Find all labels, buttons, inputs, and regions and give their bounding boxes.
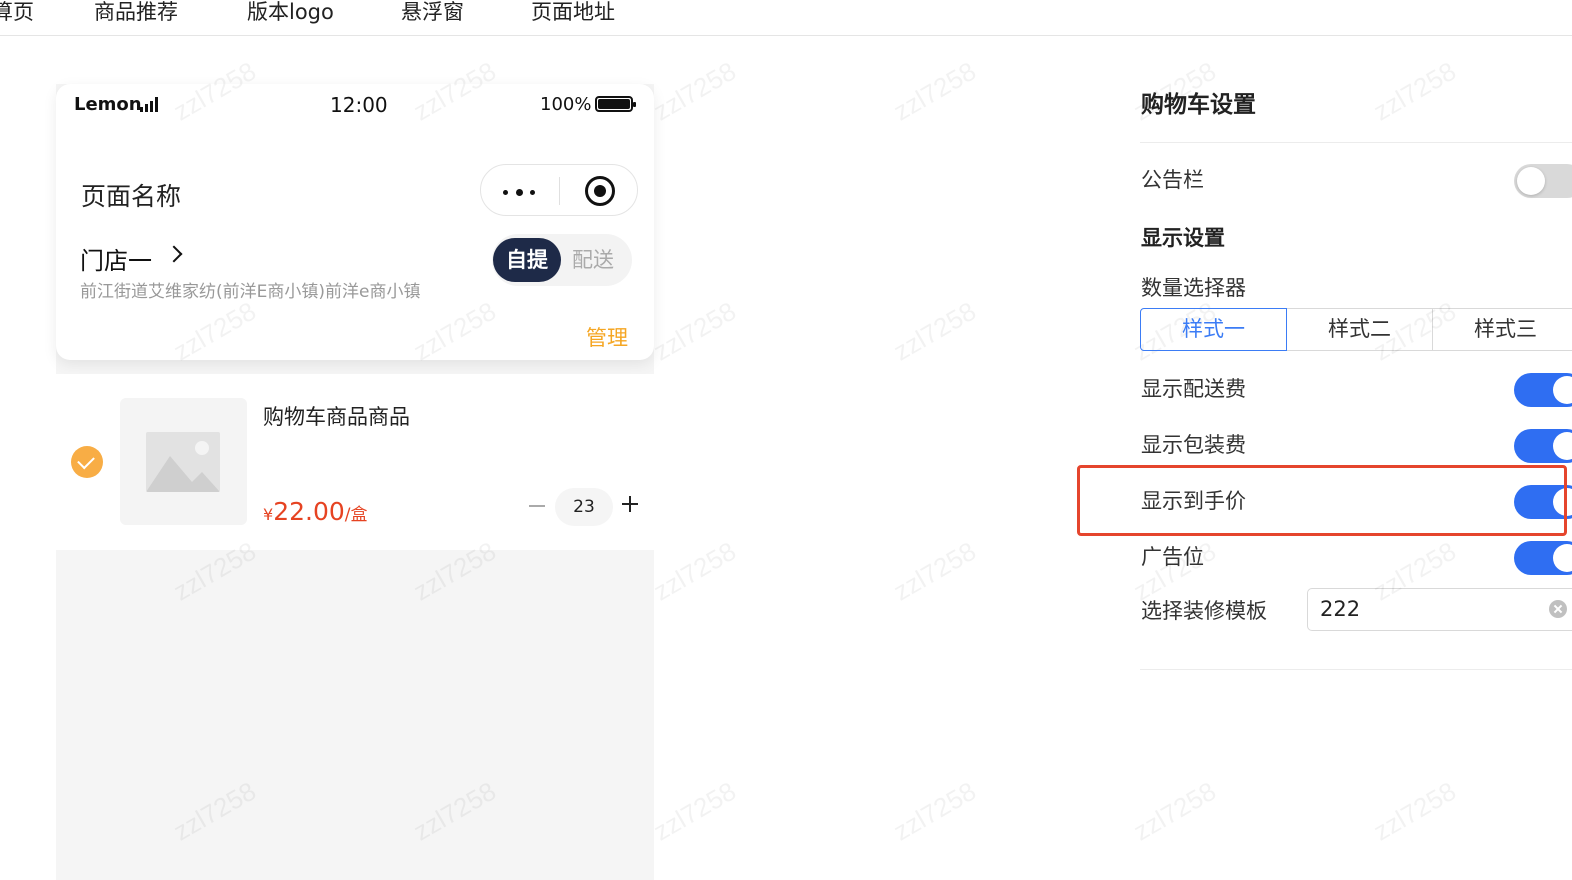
ad-slot-label: 广告位 [1141,545,1204,569]
price-value: 22.00 [273,497,345,526]
show-packaging-fee-switch[interactable] [1514,429,1572,463]
status-time: 12:00 [330,93,388,117]
product-price: ¥22.00/盒 [263,497,368,526]
image-placeholder-icon [146,432,220,492]
watermark-text: zzl7258 [1128,775,1221,847]
tab-version-logo[interactable]: 版本logo [247,0,334,26]
delivery-mode-toggle: 自提 配送 [492,234,632,286]
watermark-text: zzl7258 [888,295,981,367]
tab-page-address[interactable]: 页面地址 [531,0,615,26]
check-circle-icon[interactable] [71,446,103,478]
watermark-text: zzl7258 [888,55,981,127]
qty-style-1-option[interactable]: 样式一 [1140,308,1287,351]
phone-header-card: Lemon 12:00 100% 页面名称 门店一 前江街道艾维家纺(前洋E商小… [56,84,654,360]
quantity-value[interactable]: 23 [555,488,613,526]
template-label: 选择装修模板 [1141,599,1267,623]
watermark-text: zzl7258 [648,535,741,607]
chevron-right-icon[interactable] [165,245,183,263]
bottom-divider [1140,669,1572,670]
plus-icon[interactable] [622,496,638,512]
cart-settings-panel: 购物车设置 公告栏 显示设置 数量选择器 样式一 样式二 样式三 显示配送费 显… [1140,84,1572,684]
display-settings-heading: 显示设置 [1141,226,1225,250]
tab-page[interactable]: 算页 [0,0,34,26]
watermark-text: zzl7258 [648,295,741,367]
watermark-text: zzl7258 [1368,775,1461,847]
show-final-price-switch[interactable] [1514,485,1572,519]
show-delivery-fee-switch[interactable] [1514,373,1572,407]
qty-selector-segmented: 样式一 样式二 样式三 [1140,308,1572,351]
qty-selector-label: 数量选择器 [1141,276,1246,300]
notice-bar-label: 公告栏 [1141,168,1204,192]
battery-icon [595,96,636,112]
minus-icon[interactable] [529,505,545,507]
show-packaging-fee-label: 显示包装费 [1141,433,1246,457]
watermark-text: zzl7258 [888,535,981,607]
store-address: 前江街道艾维家纺(前洋E商小镇)前洋e商小镇 [80,282,421,302]
price-unit: /盒 [344,505,368,525]
phone-preview: Lemon 12:00 100% 页面名称 门店一 前江街道艾维家纺(前洋E商小… [56,84,654,880]
tab-product-recommend[interactable]: 商品推荐 [94,0,178,26]
more-dots-icon[interactable] [503,189,537,196]
manage-link[interactable]: 管理 [586,322,628,352]
status-bar: Lemon 12:00 100% [56,84,654,128]
mini-program-capsule [480,164,638,216]
tab-floating-window[interactable]: 悬浮窗 [401,0,464,26]
settings-title: 购物车设置 [1141,92,1256,118]
qty-style-3-option[interactable]: 样式三 [1432,308,1572,351]
status-carrier: Lemon [74,94,142,115]
pickup-option[interactable]: 自提 [493,238,561,282]
price-currency: ¥ [263,505,274,524]
show-final-price-label: 显示到手价 [1141,489,1246,513]
status-battery-text: 100% [540,94,592,115]
watermark-text: zzl7258 [888,775,981,847]
delivery-option[interactable]: 配送 [572,238,614,282]
top-nav: 算页 商品推荐 版本logo 悬浮窗 页面地址 [0,0,1572,36]
capsule-divider [559,177,560,205]
watermark-text: zzl7258 [648,775,741,847]
qty-style-2-option[interactable]: 样式二 [1286,308,1433,351]
ad-slot-switch[interactable] [1514,541,1572,575]
product-name: 购物车商品商品 [263,405,410,429]
cart-item: 购物车商品商品 ¥22.00/盒 23 [56,374,654,550]
template-select-input[interactable]: 222 [1307,588,1572,631]
page-title: 页面名称 [81,182,182,211]
notice-bar-switch[interactable] [1514,164,1572,198]
watermark-text: zzl7258 [648,55,741,127]
show-delivery-fee-label: 显示配送费 [1141,377,1246,401]
product-image-placeholder [120,398,247,525]
signal-icon [140,96,162,112]
target-icon[interactable] [585,176,615,206]
clear-icon[interactable] [1549,600,1567,618]
store-name[interactable]: 门店一 [80,241,152,276]
title-divider [1140,142,1572,143]
